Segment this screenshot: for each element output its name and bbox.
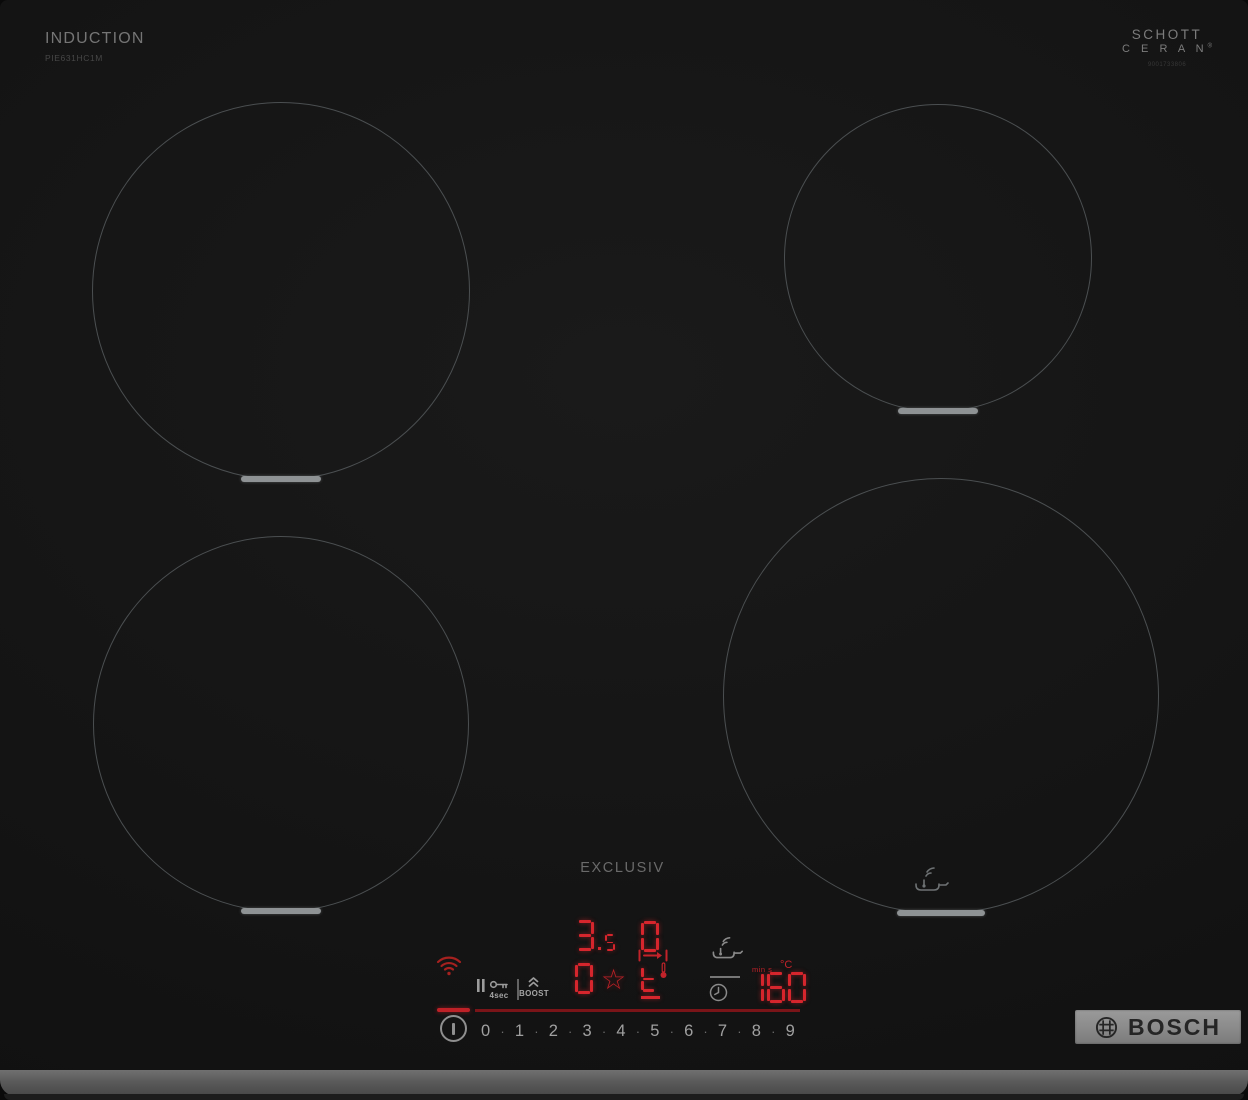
- frying-sensor-pan-icon: [708, 934, 744, 965]
- selector-dot: ·: [534, 1023, 539, 1039]
- display-timer: [746, 972, 806, 1003]
- cooking-zone-rear-left: [92, 102, 470, 482]
- front-trim-strip: [0, 1070, 1248, 1096]
- cooking-zone-front-right: [723, 478, 1159, 916]
- power-level-selector[interactable]: 0 · 1 · 2 · 3 · 4 · 5 · 6 · 7 · 8 · 9: [481, 1018, 795, 1044]
- power-icon: [452, 1022, 455, 1035]
- boost-key[interactable]: BOOST: [519, 977, 549, 998]
- induction-hob: INDUCTION PIE631HC1M SCHOTT C E R A N® 9…: [0, 0, 1248, 1100]
- power-level-1[interactable]: 1: [515, 1022, 524, 1041]
- power-level-3[interactable]: 3: [583, 1022, 592, 1041]
- temperature-unit-label: °C: [780, 959, 793, 971]
- panel-indicator-line: [475, 1009, 800, 1012]
- move-pan-arrow-icon: [638, 949, 668, 962]
- zone-marker: [241, 908, 321, 914]
- glass-serial: 9001733806: [1147, 62, 1187, 68]
- power-level-7[interactable]: 7: [718, 1022, 727, 1041]
- display-fry-level: [641, 966, 656, 992]
- frying-sensor-pan-icon: [910, 864, 950, 898]
- cooking-zone-front-left: [93, 536, 469, 914]
- lock-hint-label: 4sec: [489, 991, 509, 1000]
- child-lock-key[interactable]: 4sec: [477, 979, 509, 1000]
- selector-dot: ·: [500, 1023, 505, 1039]
- power-level-0[interactable]: 0: [481, 1022, 490, 1041]
- zone-marker: [241, 476, 321, 482]
- zone-marker: [898, 408, 978, 414]
- thermometer-icon: [659, 962, 668, 979]
- fry-display-underline: [641, 996, 660, 999]
- sensor-section-line: [710, 976, 740, 978]
- power-level-2[interactable]: 2: [549, 1022, 558, 1041]
- pause-icon: [477, 979, 485, 992]
- selector-dot: ·: [703, 1023, 708, 1039]
- display-rear-right-power: [641, 921, 659, 952]
- zone-marker: [897, 910, 985, 916]
- power-level-4[interactable]: 4: [616, 1022, 625, 1041]
- power-button[interactable]: [440, 1015, 467, 1042]
- power-level-9[interactable]: 9: [786, 1022, 795, 1041]
- display-front-left-power: [575, 963, 593, 994]
- selector-dot: ·: [568, 1023, 573, 1039]
- power-level-5[interactable]: 5: [650, 1022, 659, 1041]
- wifi-icon[interactable]: [436, 954, 462, 976]
- selector-dot: ·: [737, 1023, 742, 1039]
- key-icon: [489, 979, 509, 990]
- power-level-8[interactable]: 8: [752, 1022, 761, 1041]
- trim-shadow: [4, 1094, 1244, 1100]
- active-zone-indicator-line: [437, 1008, 470, 1012]
- registered-mark: ®: [1207, 43, 1212, 50]
- edition-label: EXCLUSIV: [580, 860, 665, 876]
- display-rear-left-power: [576, 920, 615, 951]
- bosch-wordmark: BOSCH: [1127, 1013, 1222, 1040]
- bosch-armature-icon: [1095, 1016, 1118, 1039]
- star-icon[interactable]: ☆: [601, 966, 626, 994]
- model-number: PIE631HC1M: [45, 53, 103, 63]
- ceran-line: C E R A N®: [1122, 43, 1212, 55]
- selector-dot: ·: [635, 1023, 641, 1039]
- glass-surface: INDUCTION PIE631HC1M SCHOTT C E R A N® 9…: [0, 0, 1248, 1070]
- boost-label: BOOST: [519, 989, 549, 998]
- bosch-badge: BOSCH: [1075, 1010, 1241, 1044]
- type-label: INDUCTION: [45, 30, 145, 47]
- schott-ceran-logo: SCHOTT C E R A N® 9001733806: [1122, 27, 1212, 68]
- cooking-zone-rear-right: [784, 104, 1092, 414]
- selector-dot: ·: [601, 1023, 607, 1039]
- brand-block: INDUCTION PIE631HC1M: [45, 30, 145, 63]
- schott-line: SCHOTT: [1131, 27, 1203, 42]
- boost-chevrons-icon: [527, 977, 540, 987]
- timer-clock-icon[interactable]: [709, 983, 728, 1002]
- selector-dot: ·: [771, 1023, 776, 1039]
- power-level-6[interactable]: 6: [684, 1022, 693, 1041]
- selector-dot: ·: [669, 1023, 674, 1039]
